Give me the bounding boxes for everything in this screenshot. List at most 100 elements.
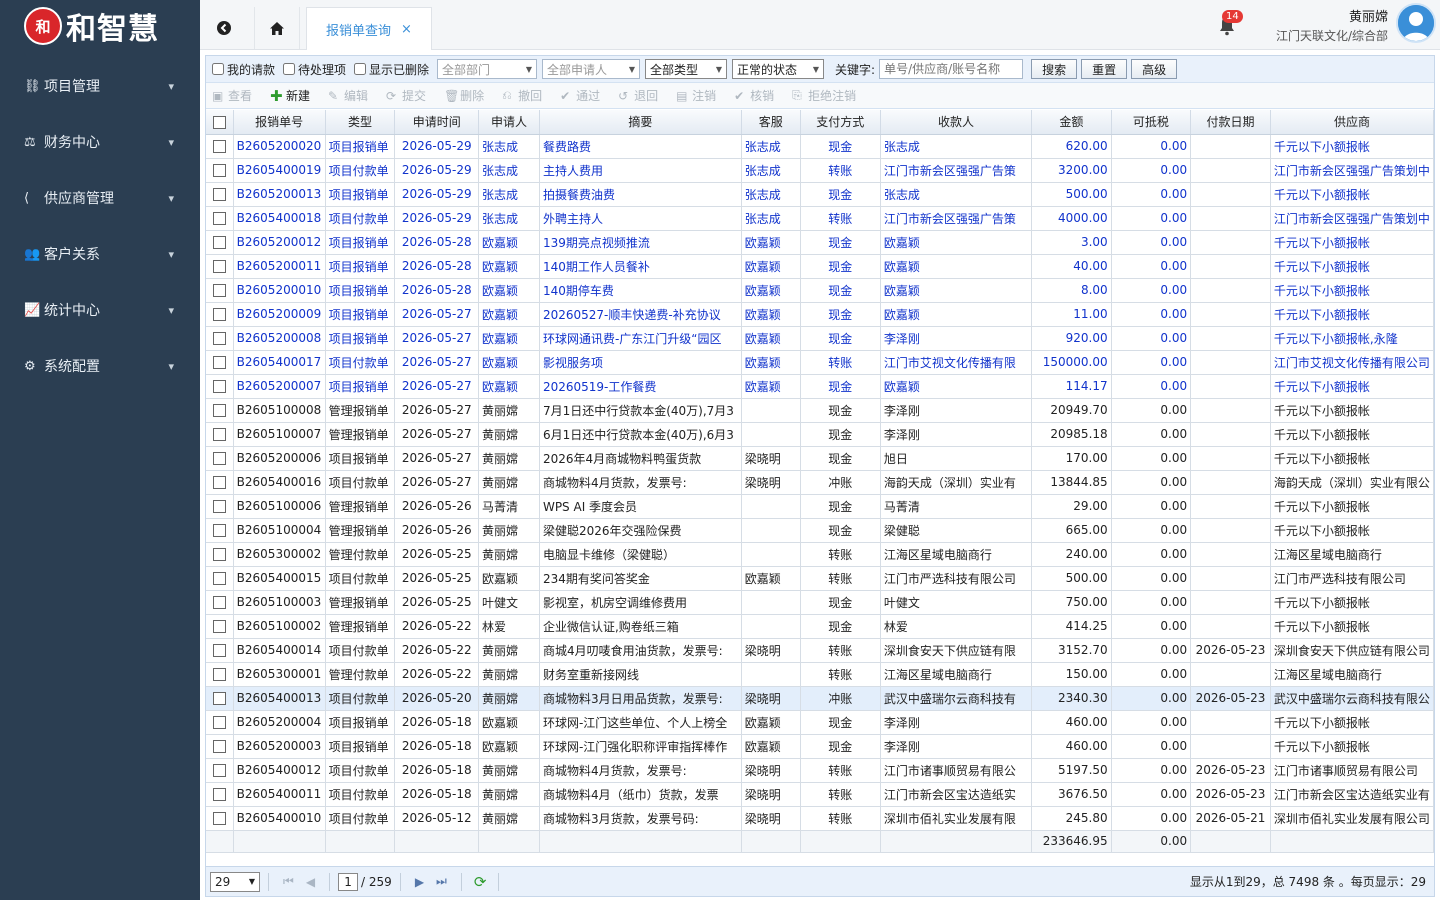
pending-filter[interactable]: 待处理项 [283,61,346,78]
row-checkbox[interactable] [212,164,226,177]
select-all-checkbox[interactable] [212,115,226,129]
view-button[interactable]: ▣ 查看 [212,87,252,104]
table-row[interactable]: B2605200011 项目报销单 2026-05-28 欧嘉颖 140期工作人员餐补欧… [206,254,1434,279]
row-select[interactable] [206,158,234,183]
table-row[interactable]: B2605200007 项目报销单 2026-05-27 欧嘉颖 20260519-工作… [206,374,1434,399]
row-checkbox[interactable] [212,668,226,681]
row-checkbox[interactable] [212,260,226,273]
table-row[interactable]: B2605200006 项目报销单 2026-05-27 黄丽嫦 2026年4月商城物料… [206,446,1434,471]
row-select[interactable] [206,686,234,711]
row-select[interactable] [206,638,234,663]
pending-checkbox[interactable] [283,63,296,75]
table-row[interactable]: B2605100006 管理报销单 2026-05-26 马菁清 WPS AI 季度会员… [206,494,1434,519]
row-checkbox[interactable] [212,644,226,657]
type-select[interactable]: 全部类型 ▼ [645,59,728,79]
col-summary[interactable]: 摘要 [539,110,742,135]
row-select[interactable] [206,134,234,159]
row-checkbox[interactable] [212,284,226,297]
table-row[interactable]: B2605300001 管理付款单 2026-05-22 黄丽嫦 财务室重新接网线 转账江… [206,662,1434,687]
row-checkbox[interactable] [212,428,226,441]
prev-page-icon[interactable]: ◀ [306,875,315,889]
select-all-header[interactable] [206,110,234,135]
row-checkbox[interactable] [212,596,226,609]
edit-button[interactable]: ✎ 编辑 [328,87,368,104]
table-row[interactable]: B2605100003 管理报销单 2026-05-25 叶健文 影视室，机房空调维修费… [206,590,1434,615]
row-select[interactable] [206,182,234,207]
reject-button[interactable]: ↺ 退回 [618,87,658,104]
show-deleted-filter[interactable]: 显示已删除 [354,61,429,78]
row-checkbox[interactable] [212,500,226,513]
row-select[interactable] [206,470,234,495]
row-select[interactable] [206,590,234,615]
row-select[interactable] [206,254,234,279]
row-checkbox[interactable] [212,380,226,393]
table-row[interactable]: B2605400015 项目付款单 2026-05-25 欧嘉颖 234期有奖问答奖金欧… [206,566,1434,591]
row-checkbox[interactable] [212,692,226,705]
table-row[interactable]: B2605100002 管理报销单 2026-05-22 林爱 企业微信认证,购卷纸三箱… [206,614,1434,639]
sidebar-item-5[interactable]: ⚙ 系统配置 ▾ [0,338,200,394]
col-type[interactable]: 类型 [325,110,396,135]
row-checkbox[interactable] [212,812,226,825]
row-select[interactable] [206,710,234,735]
first-page-icon[interactable]: ⏮ [283,874,294,889]
row-select[interactable] [206,206,234,231]
table-row[interactable]: B2605400018 项目付款单 2026-05-29 张志成 外聘主持人 张志成 转账江… [206,206,1434,231]
row-checkbox[interactable] [212,740,226,753]
my-requests-filter[interactable]: 我的请款 [212,61,275,78]
row-select[interactable] [206,758,234,783]
avatar[interactable] [1396,3,1436,43]
table-row[interactable]: B2605400014 项目付款单 2026-05-22 黄丽嫦 商城4月叨唛食用油货款… [206,638,1434,663]
col-cs[interactable]: 客服 [741,110,801,135]
row-select[interactable] [206,566,234,591]
page-input[interactable]: 1 [338,872,359,891]
row-checkbox[interactable] [212,308,226,321]
reset-button[interactable]: 重置 [1081,59,1128,79]
row-checkbox[interactable] [212,188,226,201]
show-deleted-checkbox[interactable] [354,63,367,75]
table-row[interactable]: B2605400012 项目付款单 2026-05-18 黄丽嫦 商城物料4月货款，发票… [206,758,1434,783]
table-row[interactable]: B2605400011 项目付款单 2026-05-18 黄丽嫦 商城物料4月（纸巾）货… [206,782,1434,807]
delete-button[interactable]: 🗑 删除 [444,87,484,104]
cancel-button[interactable]: ▤ 注销 [676,87,716,104]
row-checkbox[interactable] [212,788,226,801]
row-checkbox[interactable] [212,236,226,249]
row-select[interactable] [206,350,234,375]
row-select[interactable] [206,542,234,567]
col-pay[interactable]: 支付方式 [800,110,881,135]
table-row[interactable]: B2605300002 管理付款单 2026-05-25 黄丽嫦 电脑显卡维修（梁健聪）… [206,542,1434,567]
table-row[interactable]: B2605200013 项目报销单 2026-05-29 张志成 拍摄餐费油费 张志成 现金… [206,182,1434,207]
col-amount[interactable]: 金额 [1031,110,1112,135]
table-row[interactable]: B2605400017 项目付款单 2026-05-27 欧嘉颖 影视服务项 欧嘉颖 转账江… [206,350,1434,375]
row-checkbox[interactable] [212,716,226,729]
table-row[interactable]: B2605100007 管理报销单 2026-05-27 黄丽嫦 6月1日还中行贷款本金… [206,422,1434,447]
row-checkbox[interactable] [212,620,226,633]
col-supplier[interactable]: 供应商 [1270,110,1434,135]
next-page-icon[interactable]: ▶ [415,875,424,889]
col-date[interactable]: 申请时间 [394,110,480,135]
row-select[interactable] [206,374,234,399]
status-select[interactable]: 正常的状态 ▼ [732,59,825,79]
sidebar-item-2[interactable]: ⟨ 供应商管理 ▾ [0,170,200,226]
table-row[interactable]: B2605200009 项目报销单 2026-05-27 欧嘉颖 20260527-顺丰… [206,302,1434,327]
row-checkbox[interactable] [212,572,226,585]
applicant-select[interactable]: 全部申请人 ▼ [542,59,641,79]
table-row[interactable]: B2605200003 项目报销单 2026-05-18 欧嘉颖 环球网-江门强化职称评… [206,734,1434,759]
row-checkbox[interactable] [212,548,226,561]
my-requests-checkbox[interactable] [212,63,224,75]
tab-expense-query[interactable]: 报销单查询 × [306,7,432,50]
row-select[interactable] [206,446,234,471]
row-select[interactable] [206,518,234,543]
row-checkbox[interactable] [212,452,226,465]
row-select[interactable] [206,494,234,519]
col-id[interactable]: 报销单号 [233,110,326,135]
row-checkbox[interactable] [212,524,226,537]
col-tax[interactable]: 可抵税 [1111,110,1192,135]
table-row[interactable]: B2605100004 管理报销单 2026-05-26 黄丽嫦 梁健聪2026年交强险… [206,518,1434,543]
table-row[interactable]: B2605200004 项目报销单 2026-05-18 欧嘉颖 环球网-江门这些单位、… [206,710,1434,735]
table-row[interactable]: B2605200008 项目报销单 2026-05-27 欧嘉颖 环球网通讯费-广东江门… [206,326,1434,351]
sidebar-item-1[interactable]: ⚖ 财务中心 ▾ [0,114,200,170]
col-paydate[interactable]: 付款日期 [1190,110,1271,135]
sidebar-item-0[interactable]: ⛓ 项目管理 ▾ [0,58,200,114]
row-select[interactable] [206,230,234,255]
home-button[interactable] [254,7,300,49]
